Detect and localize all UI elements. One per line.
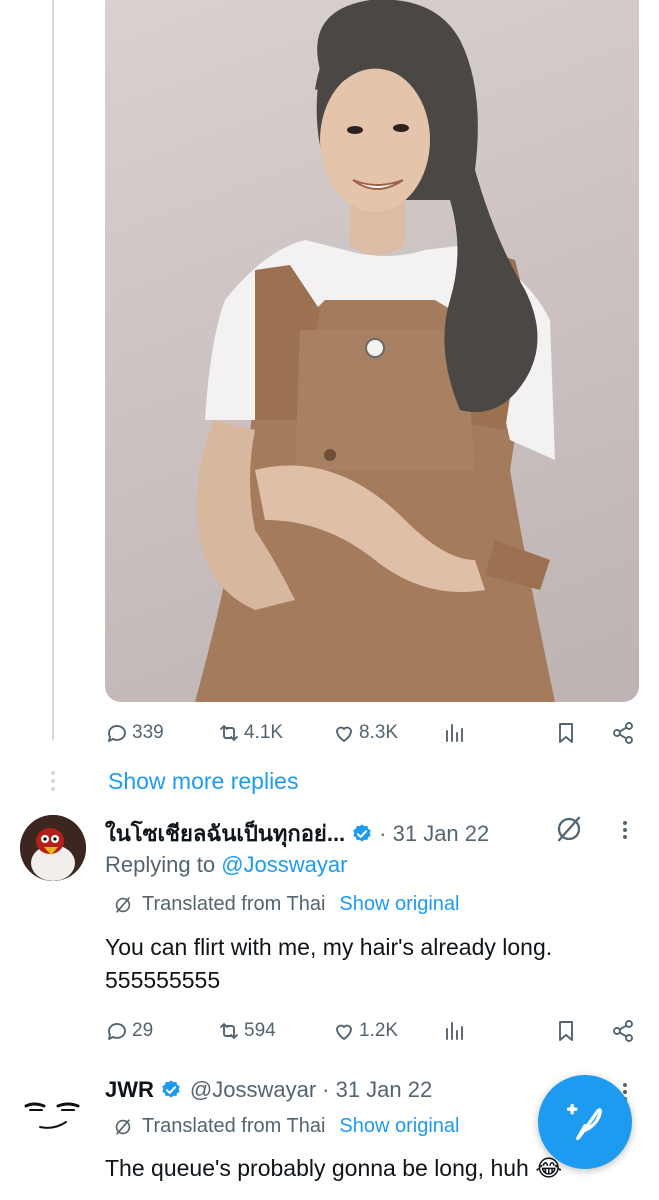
analytics-icon (446, 724, 463, 742)
show-original-link[interactable]: Show original (339, 893, 459, 916)
translation-notice: Translated from Thai Show original (112, 893, 460, 916)
tweet-photo[interactable] (105, 0, 639, 702)
grok-translate-icon[interactable] (554, 814, 584, 844)
reply-count: 29 (132, 1020, 154, 1041)
avatar[interactable] (20, 815, 86, 881)
thread-dot (51, 787, 55, 791)
reply-header: ในโซเชียลฉันเป็นทุกอย่... · 31 Jan 22 (105, 816, 489, 851)
thread-line (52, 0, 54, 740)
tweet-actions: 339 4.1K 8.3K (105, 713, 641, 753)
display-name[interactable]: ในโซเชียลฉันเป็นทุกอย่... (105, 816, 345, 851)
avatar[interactable] (20, 1080, 86, 1146)
retweet-icon (220, 725, 238, 741)
bookmark-button[interactable] (554, 721, 594, 745)
reply-button[interactable]: 339 (105, 721, 217, 745)
bookmark-button[interactable] (554, 1019, 594, 1043)
tweet-text-line: You can flirt with me, my hair's already… (105, 934, 553, 960)
reply-button[interactable]: 29 (105, 1019, 217, 1043)
translate-icon (115, 896, 131, 913)
share-icon (613, 1020, 633, 1042)
like-button[interactable]: 1.2K (332, 1019, 442, 1043)
tweet-text: The queue's probably gonna be long, huh … (105, 1155, 563, 1181)
translated-label: Translated from Thai (142, 893, 326, 915)
verified-badge-icon (353, 823, 371, 842)
reply-icon (108, 725, 126, 742)
bookmark-icon (559, 723, 573, 743)
share-icon (613, 722, 633, 744)
reply-count: 339 (132, 722, 164, 743)
like-count: 8.3K (359, 722, 399, 743)
views-button[interactable] (442, 1019, 554, 1043)
reply-header: JWR @Josswayar · 31 Jan 22 (105, 1077, 432, 1103)
more-options-icon[interactable] (622, 818, 628, 842)
replying-to: Replying to @Josswayar (105, 852, 348, 877)
reply-icon (108, 1023, 126, 1040)
tweet-text: You can flirt with me, my hair's already… (105, 931, 552, 997)
tweet-actions: 29 594 1.2K (105, 1011, 641, 1051)
retweet-icon (220, 1023, 238, 1039)
like-count: 1.2K (359, 1020, 399, 1041)
translate-icon (115, 1118, 131, 1135)
tweet-text-line: 555555555 (105, 967, 221, 993)
retweet-count: 4.1K (244, 722, 284, 743)
retweet-button[interactable]: 594 (217, 1019, 332, 1043)
replying-to-handle[interactable]: @Josswayar (221, 852, 347, 877)
heart-icon (336, 726, 352, 742)
tweet-date[interactable]: · 31 Jan 22 (379, 821, 489, 847)
compose-feather-icon (566, 1103, 602, 1141)
bookmark-icon (559, 1021, 573, 1041)
show-more-replies-link[interactable]: Show more replies (108, 768, 298, 795)
share-button[interactable] (611, 1019, 641, 1043)
heart-icon (336, 1024, 352, 1040)
retweet-button[interactable]: 4.1K (217, 721, 332, 745)
thread-dot (51, 779, 55, 783)
thread-dot (51, 771, 55, 775)
verified-badge-icon (162, 1080, 180, 1098)
analytics-icon (446, 1022, 463, 1040)
translated-label: Translated from Thai (142, 1115, 326, 1137)
like-button[interactable]: 8.3K (332, 721, 442, 745)
show-original-link[interactable]: Show original (339, 1115, 459, 1138)
share-button[interactable] (611, 721, 641, 745)
compose-button[interactable] (538, 1075, 632, 1169)
display-name[interactable]: JWR (105, 1077, 154, 1103)
views-button[interactable] (442, 721, 554, 745)
translation-notice: Translated from Thai Show original (112, 1115, 460, 1138)
tweet-date[interactable]: · 31 Jan 22 (322, 1077, 432, 1103)
handle[interactable]: @Josswayar (190, 1077, 316, 1103)
retweet-count: 594 (244, 1020, 276, 1041)
